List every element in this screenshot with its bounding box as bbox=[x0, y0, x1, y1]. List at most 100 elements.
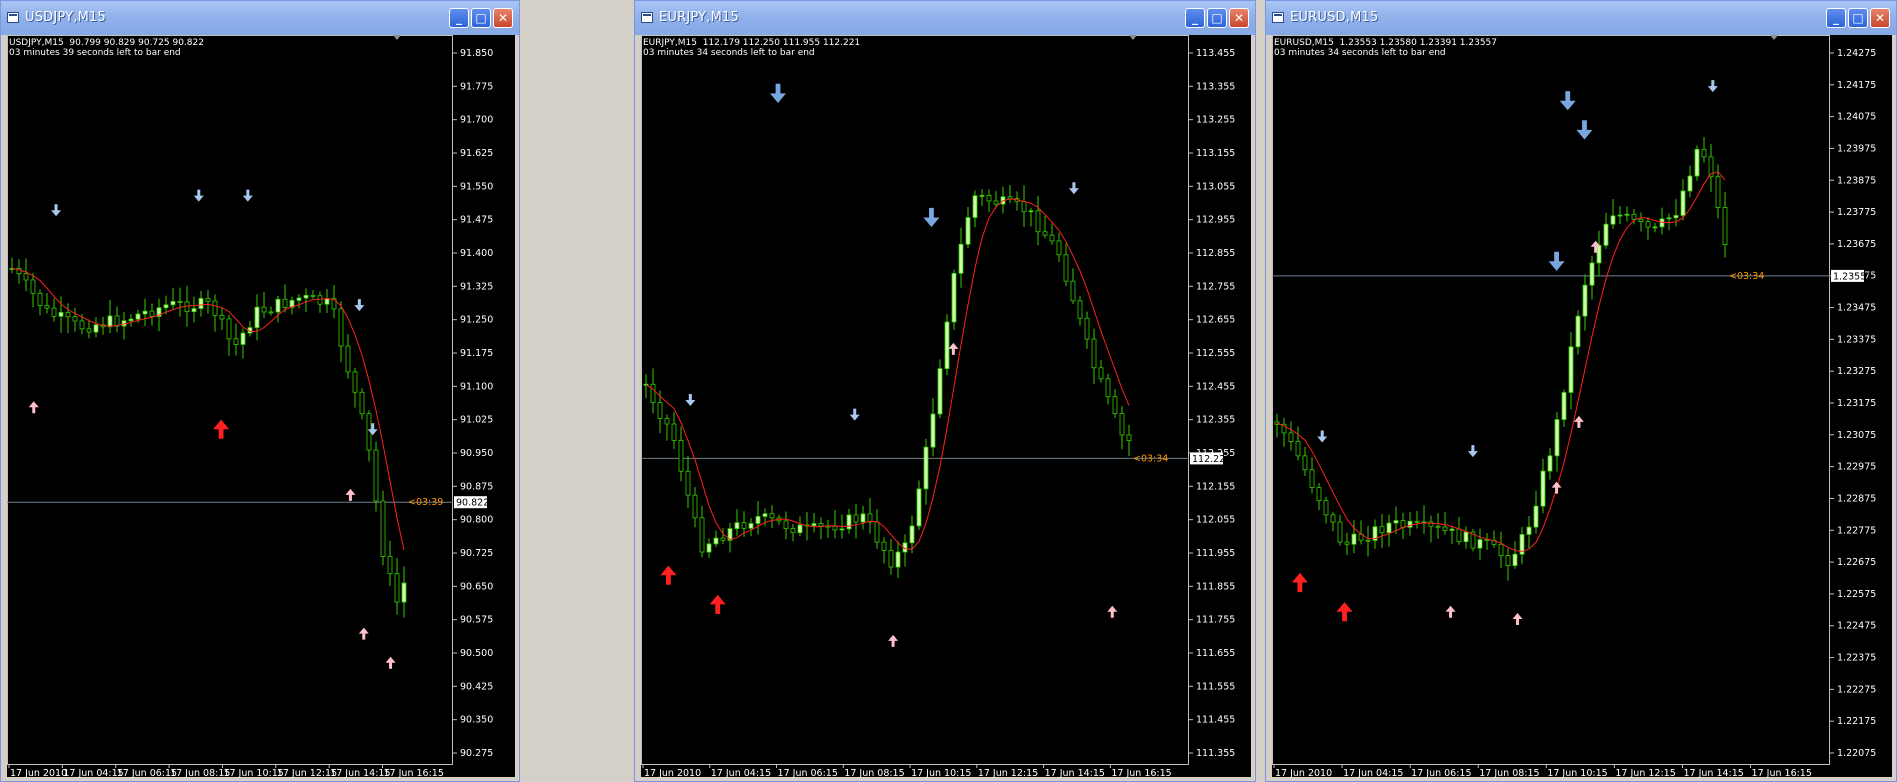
arrow-shape bbox=[213, 419, 230, 439]
candle-body bbox=[1547, 455, 1553, 472]
price-chart[interactable]: 1.24275 1.24175 1.24075 1.23975 1.23875 1.237… bbox=[1272, 35, 1892, 779]
candle-body bbox=[965, 217, 971, 245]
bar-timer-text: 03 minutes 34 seconds left to bar end bbox=[1274, 48, 1446, 58]
time-tick-label: 17 Jun 08:15 bbox=[844, 768, 904, 779]
chart-shift-marker[interactable] bbox=[1770, 35, 1778, 40]
chart-window-eurjpy[interactable]: EURJPY,M15 _ □ ✕ 113.455 113.355 113.255 11… bbox=[634, 0, 1256, 782]
candle-body bbox=[79, 320, 85, 330]
arrow-shape bbox=[1707, 80, 1718, 93]
price-tick-label: 91.250 bbox=[460, 315, 493, 326]
candle-body bbox=[142, 310, 148, 315]
candle-body bbox=[1526, 526, 1532, 535]
price-tick-label: 90.650 bbox=[460, 581, 493, 592]
candle-body bbox=[699, 517, 705, 553]
chart-canvas[interactable]: 113.455 113.355 113.255 113.155 113.055 112.9… bbox=[641, 35, 1251, 779]
candle-body bbox=[1666, 217, 1672, 220]
candle-body bbox=[790, 528, 796, 534]
arrow-shape bbox=[1559, 91, 1576, 111]
candle-body bbox=[1386, 522, 1392, 534]
chart-shift-marker[interactable] bbox=[1129, 35, 1137, 40]
price-tick-label: 90.350 bbox=[460, 715, 493, 726]
candle-body bbox=[671, 423, 677, 441]
close-button[interactable]: ✕ bbox=[1870, 8, 1890, 28]
sell-signal-arrow-icon bbox=[849, 408, 860, 421]
candle-body bbox=[762, 513, 768, 517]
candle-body bbox=[72, 316, 78, 322]
price-tick-label: 1.22575 bbox=[1837, 589, 1876, 600]
window-title: EURJPY,M15 bbox=[659, 10, 739, 25]
maximize-button[interactable]: □ bbox=[1207, 8, 1227, 28]
buy-signal-arrow-icon bbox=[888, 634, 899, 647]
maximize-button[interactable]: □ bbox=[1848, 8, 1868, 28]
candle-body bbox=[30, 279, 36, 294]
bar-timer-text: 03 minutes 34 seconds left to bar end bbox=[643, 48, 815, 58]
candle-body bbox=[1330, 514, 1336, 523]
candle-body bbox=[1042, 231, 1048, 236]
candle-body bbox=[1105, 378, 1111, 398]
price-tick-label: 90.875 bbox=[460, 481, 493, 492]
candle-body bbox=[191, 308, 197, 313]
candle-body bbox=[1428, 521, 1434, 527]
candle-body bbox=[895, 551, 901, 568]
price-chart[interactable]: 113.455 113.355 113.255 113.155 113.055 112.9… bbox=[641, 35, 1251, 779]
candle-body bbox=[720, 537, 726, 541]
price-tick-label: 90.575 bbox=[460, 615, 493, 626]
minimize-button[interactable]: _ bbox=[1826, 8, 1846, 28]
candle-body bbox=[219, 314, 225, 320]
price-tick-label: 112.855 bbox=[1196, 248, 1235, 259]
price-tick-label: 1.22875 bbox=[1837, 493, 1876, 504]
candle-body bbox=[1463, 531, 1469, 543]
buy-signal-arrow-icon bbox=[1551, 481, 1562, 494]
arrow-shape bbox=[948, 342, 959, 355]
candle-body bbox=[881, 541, 887, 551]
symbol-quote-line: EURUSD,M15 1.23553 1.23580 1.23391 1.235… bbox=[1274, 38, 1498, 48]
chart-window-usdjpy[interactable]: USDJPY,M15 _ □ ✕ 91.850 91.775 91.700 91.62… bbox=[0, 0, 520, 782]
plot-frame bbox=[7, 35, 453, 765]
time-tick-label: 17 Jun 06:15 bbox=[1411, 768, 1471, 779]
candle-body bbox=[853, 514, 859, 523]
candle-body bbox=[296, 297, 302, 301]
title-bar[interactable]: USDJPY,M15 _ □ ✕ bbox=[1, 1, 519, 35]
price-chart[interactable]: 91.850 91.775 91.700 91.625 91.550 91.475 91.4… bbox=[7, 35, 515, 779]
price-tick-label: 1.24275 bbox=[1837, 48, 1876, 59]
candle-body bbox=[380, 500, 386, 557]
title-bar[interactable]: EURUSD,M15 _ □ ✕ bbox=[1266, 1, 1896, 35]
arrow-shape bbox=[1336, 602, 1353, 622]
candle-body bbox=[1603, 223, 1609, 246]
chart-canvas[interactable]: 1.24275 1.24175 1.24075 1.23975 1.23875 1.237… bbox=[1272, 35, 1892, 779]
chart-shift-marker[interactable] bbox=[393, 35, 401, 40]
arrow-shape bbox=[1445, 605, 1456, 618]
candle-body bbox=[1316, 487, 1322, 502]
price-tick-label: 112.455 bbox=[1196, 381, 1235, 392]
price-tick-label: 113.155 bbox=[1196, 148, 1235, 159]
candle-body bbox=[352, 371, 358, 393]
sell-signal-arrow-icon bbox=[1576, 120, 1593, 140]
candle-body bbox=[1680, 190, 1686, 216]
minimize-button[interactable]: _ bbox=[1185, 8, 1205, 28]
candle-body bbox=[212, 300, 218, 316]
chart-canvas[interactable]: 91.850 91.775 91.700 91.625 91.550 91.475 91.4… bbox=[7, 35, 515, 779]
time-tick-label: 17 Jun 12:15 bbox=[978, 768, 1038, 779]
minimize-button[interactable]: _ bbox=[449, 8, 469, 28]
candle-body bbox=[811, 523, 817, 526]
moving-average-line bbox=[645, 198, 1130, 550]
candle-body bbox=[86, 328, 92, 333]
time-tick-label: 17 Jun 12:15 bbox=[1615, 768, 1675, 779]
close-button[interactable]: ✕ bbox=[1229, 8, 1249, 28]
price-tick-label: 1.22675 bbox=[1837, 557, 1876, 568]
candle-body bbox=[128, 318, 134, 322]
price-tick-label: 1.23375 bbox=[1837, 334, 1876, 345]
buy-signal-arrow-icon bbox=[948, 342, 959, 355]
maximize-button[interactable]: □ bbox=[471, 8, 491, 28]
chart-window-eurusd[interactable]: EURUSD,M15 _ □ ✕ 1.24275 1.24175 1.24075 1.… bbox=[1265, 0, 1897, 782]
close-button[interactable]: ✕ bbox=[493, 8, 513, 28]
candle-body bbox=[373, 449, 379, 502]
arrow-shape bbox=[1107, 605, 1118, 618]
candle-body bbox=[664, 418, 670, 425]
candle-body bbox=[1687, 175, 1693, 192]
candle-body bbox=[1449, 528, 1455, 531]
title-bar[interactable]: EURJPY,M15 _ □ ✕ bbox=[635, 1, 1255, 35]
sell-signal-arrow-icon bbox=[1317, 430, 1328, 443]
candle-body bbox=[993, 200, 999, 205]
arrow-shape bbox=[358, 627, 369, 640]
